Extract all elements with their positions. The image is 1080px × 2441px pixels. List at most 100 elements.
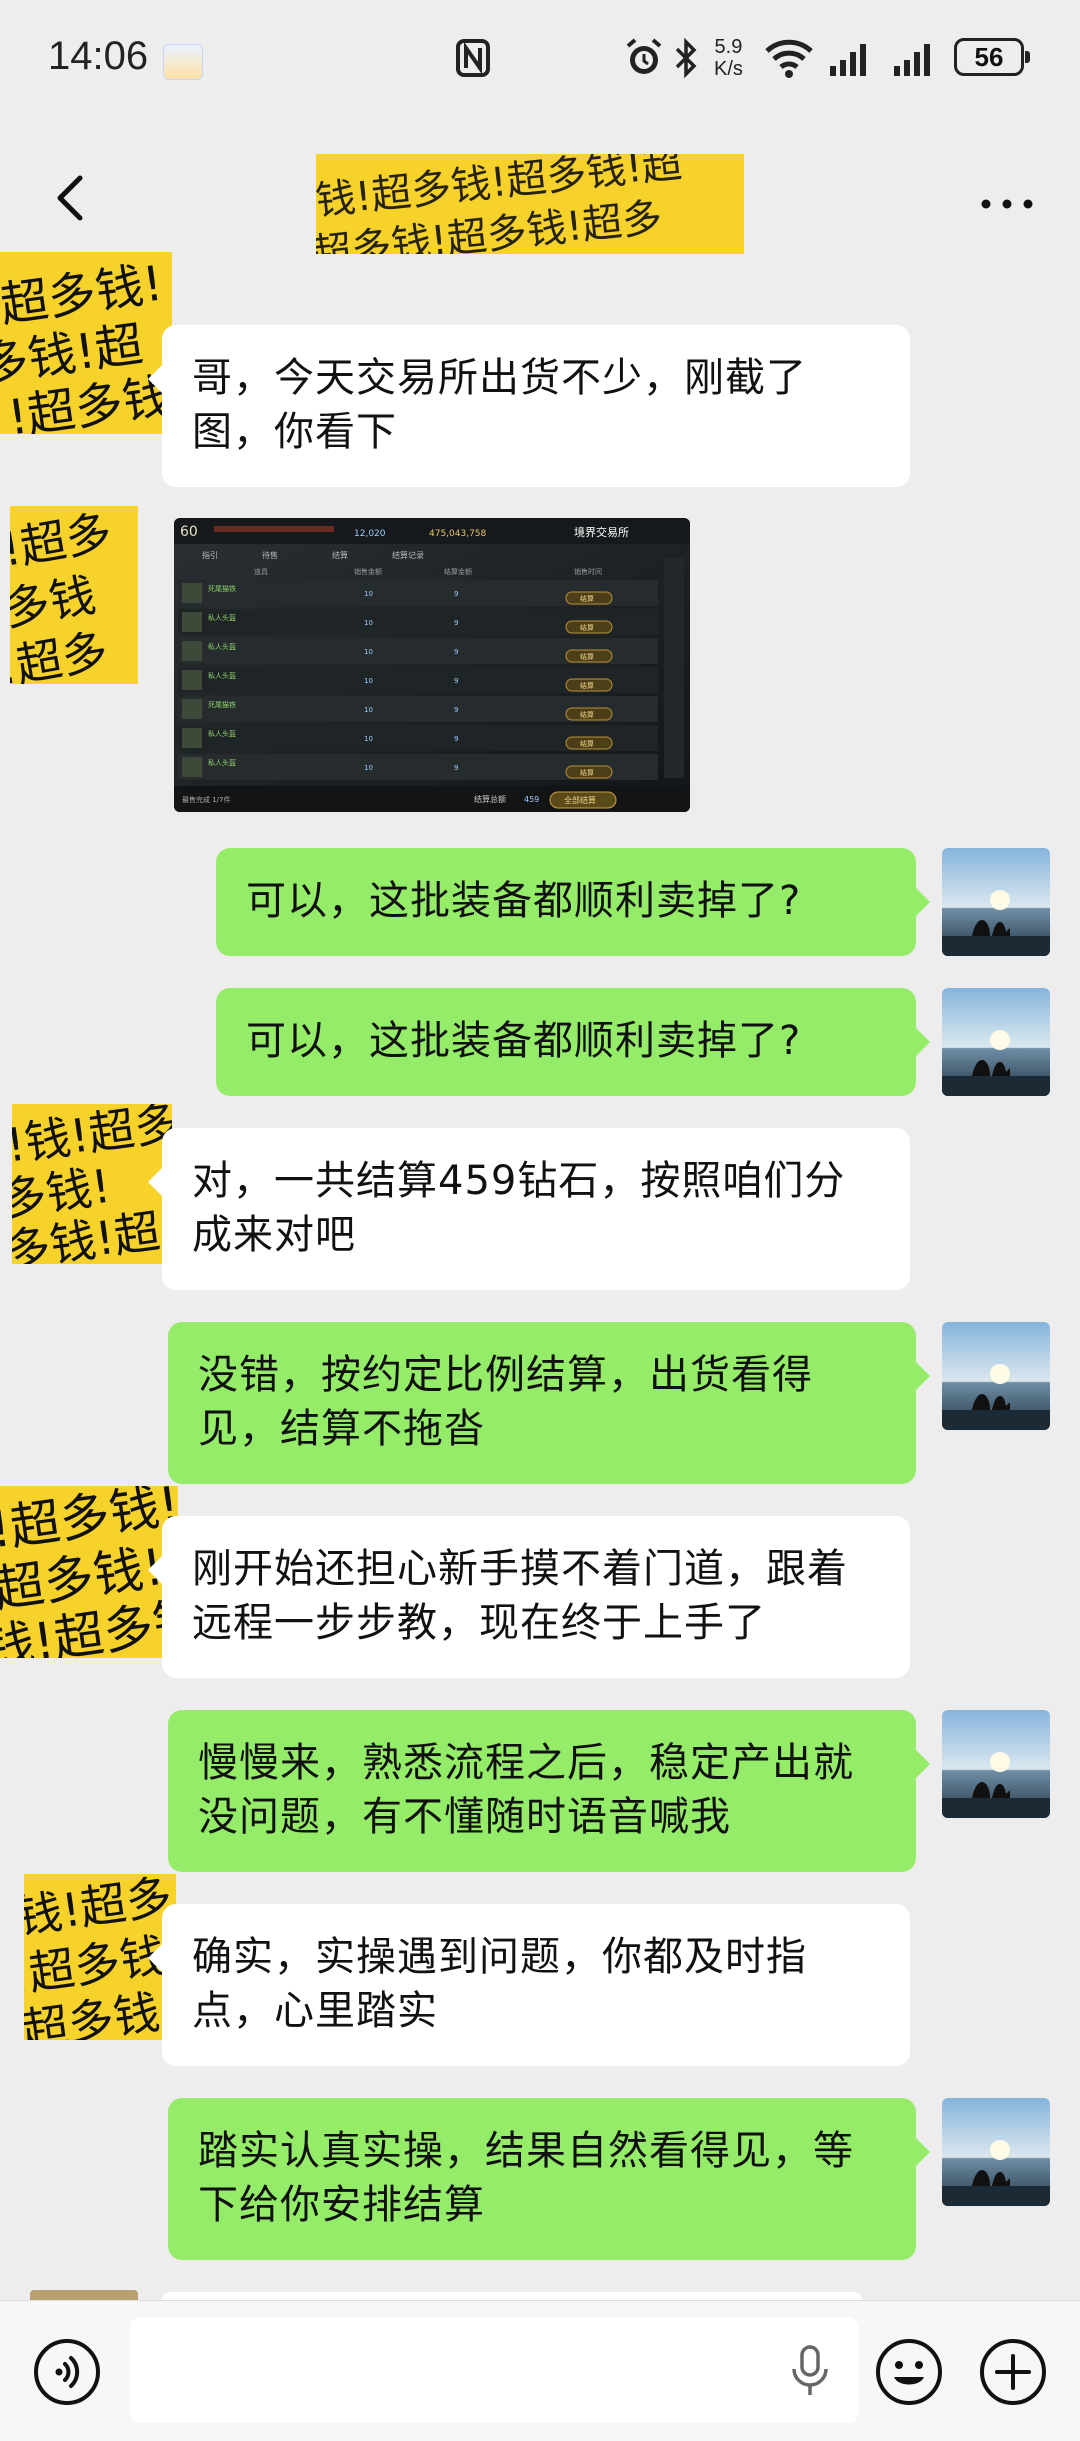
shot-tab: 指引 (202, 550, 218, 560)
alarm-icon (622, 36, 666, 80)
message-bubble[interactable]: 可以，这批装备都顺利卖掉了? (216, 848, 930, 956)
shot-settle-label: 结算 (580, 594, 594, 603)
shot-settle-label: 结算 (580, 768, 594, 777)
sender-avatar[interactable]: !超多 多钱 !超多 (10, 506, 138, 684)
message-text: 慢慢来，熟悉流程之后，稳定产出就没问题，有不懂随时语音喊我 (198, 1740, 854, 1840)
shot-row: 私人头盔 10 9 结算 (178, 725, 658, 751)
game-screenshot-image[interactable]: 60 12,020 475,043,758 境界交易所 指引 待售 结算 结算记录 道… (174, 518, 690, 812)
shot-item-settle: 9 (454, 735, 458, 743)
shot-diamonds: 12,020 (354, 529, 386, 539)
message-bubble-partial (162, 2292, 862, 2300)
plus-icon (980, 2339, 1046, 2405)
shot-item-name: 私人头盔 (208, 758, 236, 767)
shot-settle-label: 结算 (580, 652, 594, 661)
shot-settle-all: 全部结算 (564, 795, 596, 805)
shot-item-price: 10 (364, 677, 373, 685)
status-bar: 14:06 5.9 K/s 56 (0, 0, 1080, 120)
shot-row: 死尾猫铁 10 9 结算 (178, 580, 658, 606)
shot-item-settle: 9 (454, 706, 458, 714)
message-bubble[interactable]: 可以，这批装备都顺利卖掉了? (216, 988, 930, 1096)
shot-item-price: 10 (364, 648, 373, 656)
shot-item-icon (182, 641, 202, 661)
message-input[interactable] (130, 2317, 858, 2423)
message-bubble[interactable]: 刚开始还担心新手摸不着门道，跟着远程一步步教，现在终于上手了 (148, 1516, 910, 1678)
shot-item-icon (182, 728, 202, 748)
shot-item-icon (182, 583, 202, 603)
shot-tab: 结算 (332, 550, 348, 560)
shot-row: 私人头盔 10 9 结算 (178, 754, 658, 780)
shot-item-icon (182, 612, 202, 632)
my-avatar[interactable] (942, 1710, 1050, 1818)
shot-item-settle: 9 (454, 619, 458, 627)
plus-button[interactable] (978, 2337, 1048, 2407)
hd-badge-icon (163, 44, 203, 80)
shot-item-price: 10 (364, 590, 373, 598)
my-avatar[interactable] (942, 1322, 1050, 1430)
message-text: 哥，今天交易所出货不少，刚截了图，你看下 (192, 355, 807, 455)
chat-header: 钱!超多钱!超多钱!超 !超多钱!超多钱!超多 (0, 140, 1080, 279)
mic-button[interactable] (788, 2345, 832, 2401)
shot-item-settle: 9 (454, 590, 458, 598)
shot-item-name: 私人头盔 (208, 642, 236, 651)
my-avatar[interactable] (942, 2098, 1050, 2206)
message-text: 可以，这批装备都顺利卖掉了? (246, 878, 802, 924)
shot-item-price: 10 (364, 764, 373, 772)
message-text: 刚开始还担心新手摸不着门道，跟着远程一步步教，现在终于上手了 (192, 1546, 848, 1646)
shot-item-name: 死尾猫铁 (208, 700, 236, 709)
shot-item-icon (182, 757, 202, 777)
shot-level: 60 (180, 524, 198, 540)
back-button[interactable] (42, 168, 102, 228)
shot-tab: 结算记录 (392, 550, 424, 560)
shot-row: 私人头盔 10 9 结算 (178, 667, 658, 693)
message-bubble[interactable]: 没错，按约定比例结算，出货看得见，结算不拖沓 (168, 1322, 930, 1484)
shot-item-name: 私人头盔 (208, 729, 236, 738)
shot-item-name: 死尾猫铁 (208, 584, 236, 593)
battery-indicator: 56 (954, 38, 1030, 76)
shot-item-icon (182, 670, 202, 690)
shot-settle-label: 结算 (580, 710, 594, 719)
mic-icon (792, 2345, 828, 2395)
message-text: 对，一共结算459钻石，按照咱们分成来对吧 (192, 1158, 846, 1258)
message-bubble[interactable]: 对，一共结算459钻石，按照咱们分成来对吧 (148, 1128, 910, 1290)
shot-row: 私人头盔 10 9 结算 (178, 638, 658, 664)
message-text: 踏实认真实操，结果自然看得见，等下给你安排结算 (198, 2128, 854, 2228)
emoji-icon (876, 2339, 942, 2405)
shot-item-icon (182, 699, 202, 719)
shot-settle-label: 结算 (580, 739, 594, 748)
voice-button[interactable] (32, 2337, 102, 2407)
message-text: 没错，按约定比例结算，出货看得见，结算不拖沓 (198, 1352, 813, 1452)
message-bubble[interactable]: 哥，今天交易所出货不少，刚截了图，你看下 (148, 325, 910, 487)
shot-settle-label: 结算 (580, 623, 594, 632)
message-bubble[interactable]: 慢慢来，熟悉流程之后，稳定产出就没问题，有不懂随时语音喊我 (168, 1710, 930, 1872)
input-bar (0, 2300, 1080, 2441)
sender-avatar-partial (30, 2290, 138, 2300)
message-bubble[interactable]: 确实，实操遇到问题，你都及时指点，心里踏实 (148, 1904, 910, 2066)
my-avatar[interactable] (942, 848, 1050, 956)
shot-column-header: 道具 (254, 567, 268, 576)
signal-icon (828, 36, 874, 80)
nfc-icon (455, 36, 491, 80)
message-bubble[interactable]: 踏实认真实操，结果自然看得见，等下给你安排结算 (168, 2098, 930, 2260)
bluetooth-icon (672, 36, 700, 80)
shot-item-settle: 9 (454, 764, 458, 772)
chat-title-image: 钱!超多钱!超多钱!超 !超多钱!超多钱!超多 (293, 141, 744, 279)
shot-market-title: 境界交易所 (574, 525, 629, 539)
sender-avatar[interactable]: 超多钱! 多钱!超 !超多钱 (0, 252, 172, 434)
shot-column-header: 销售金额 (354, 567, 382, 576)
shot-row: 私人头盔 10 9 结算 (178, 609, 658, 635)
net-speed: 5.9 K/s (714, 36, 743, 80)
voice-icon (34, 2339, 100, 2405)
shot-column-header: 结算金额 (444, 567, 472, 576)
message-text: 可以，这批装备都顺利卖掉了? (246, 1018, 802, 1064)
message-text: 确实，实操遇到问题，你都及时指点，心里踏实 (192, 1934, 807, 2034)
my-avatar[interactable] (942, 988, 1050, 1096)
shot-total-label: 结算总额 (474, 794, 506, 804)
shot-item-price: 10 (364, 735, 373, 743)
shot-settle-label: 结算 (580, 681, 594, 690)
emoji-button[interactable] (874, 2337, 944, 2407)
status-time: 14:06 (48, 34, 149, 78)
shot-footer-note: 最售完成 1/7件 (182, 795, 231, 804)
shot-item-name: 私人头盔 (208, 671, 236, 680)
more-button[interactable] (972, 168, 1042, 228)
wifi-icon (764, 36, 814, 80)
